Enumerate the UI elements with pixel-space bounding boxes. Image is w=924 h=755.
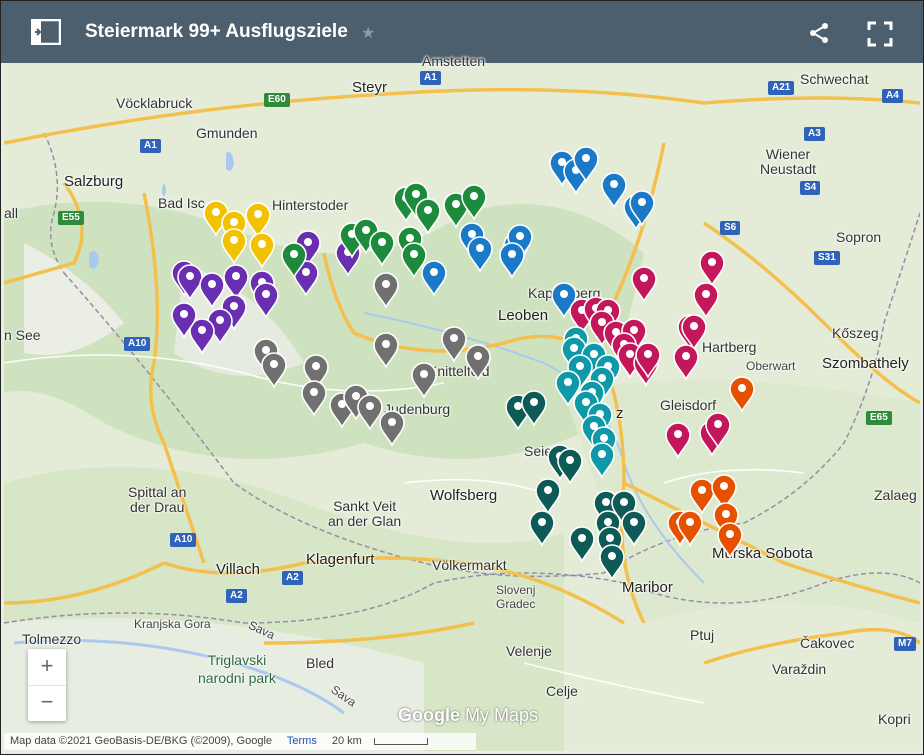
- map-pin-blue[interactable]: [601, 172, 627, 209]
- map-pin-yellow[interactable]: [221, 228, 247, 265]
- map-pin-darkteal[interactable]: [569, 526, 595, 563]
- map-pin-orange[interactable]: [729, 376, 755, 413]
- map-pin-gray[interactable]: [441, 326, 467, 363]
- map-pin-gray[interactable]: [373, 272, 399, 309]
- mymaps-logo-text: My Maps: [465, 705, 539, 725]
- fullscreen-icon[interactable]: [867, 21, 893, 47]
- map-pin-blue[interactable]: [467, 236, 493, 273]
- attribution-bar: Map data ©2021 GeoBasis-DE/BKG (©2009), …: [4, 733, 476, 750]
- scale-bar: [373, 737, 428, 745]
- map-canvas[interactable]: Amstetten Schwechat Steyr Vöcklabruck Gm…: [4, 53, 920, 751]
- map-pin-magenta[interactable]: [673, 344, 699, 381]
- map-title: Steiermark 99+ Ausflugsziele: [85, 21, 348, 42]
- map-pin-orange[interactable]: [689, 478, 715, 515]
- map-pin-gray[interactable]: [373, 332, 399, 369]
- map-pin-green[interactable]: [415, 198, 441, 235]
- map-pin-darkteal[interactable]: [599, 544, 625, 581]
- map-pin-magenta[interactable]: [631, 266, 657, 303]
- map-pin-darkteal[interactable]: [521, 390, 547, 427]
- map-pin-gray[interactable]: [261, 352, 287, 389]
- map-pin-gray[interactable]: [465, 344, 491, 381]
- map-pin-darkteal[interactable]: [557, 448, 583, 485]
- map-pin-gray[interactable]: [379, 410, 405, 447]
- map-pin-yellow[interactable]: [249, 232, 275, 269]
- map-pin-magenta[interactable]: [693, 282, 719, 319]
- map-pin-darkteal[interactable]: [529, 510, 555, 547]
- map-pin-magenta[interactable]: [699, 250, 725, 287]
- map-pin-darkteal[interactable]: [621, 510, 647, 547]
- map-pin-gray[interactable]: [357, 394, 383, 431]
- map-pin-orange[interactable]: [717, 522, 743, 559]
- map-pin-yellow[interactable]: [245, 202, 271, 239]
- scale-label: 20 km: [331, 735, 362, 747]
- map-pin-purple[interactable]: [189, 318, 215, 355]
- map-pin-purple[interactable]: [199, 272, 225, 309]
- map-pin-magenta[interactable]: [681, 314, 707, 351]
- map-pin-purple[interactable]: [253, 282, 279, 319]
- side-panel-icon[interactable]: [30, 18, 62, 46]
- map-pin-teal[interactable]: [589, 442, 615, 479]
- map-pin-blue[interactable]: [421, 260, 447, 297]
- map-pin-green[interactable]: [369, 230, 395, 267]
- map-pin-magenta[interactable]: [665, 422, 691, 459]
- google-mymaps-logo: Google My Maps: [398, 705, 538, 726]
- zoom-out-button[interactable]: −: [28, 685, 66, 721]
- terms-link[interactable]: Terms: [287, 735, 317, 747]
- map-pin-gray[interactable]: [301, 380, 327, 417]
- star-icon[interactable]: ★: [361, 23, 375, 43]
- map-pin-purple[interactable]: [223, 264, 249, 301]
- marker-layer[interactable]: [4, 63, 920, 751]
- google-logo-text: Google: [398, 705, 460, 725]
- map-pin-purple[interactable]: [177, 264, 203, 301]
- zoom-in-button[interactable]: +: [28, 649, 66, 686]
- share-icon[interactable]: [807, 21, 831, 45]
- map-pin-gray[interactable]: [411, 362, 437, 399]
- map-pin-blue[interactable]: [499, 242, 525, 279]
- zoom-control: + −: [28, 649, 66, 721]
- map-viewer: Steiermark 99+ Ausflugsziele ★ Amstetten…: [0, 0, 924, 755]
- map-pin-darkteal[interactable]: [535, 478, 561, 515]
- map-attribution: Map data ©2021 GeoBasis-DE/BKG (©2009), …: [10, 735, 273, 747]
